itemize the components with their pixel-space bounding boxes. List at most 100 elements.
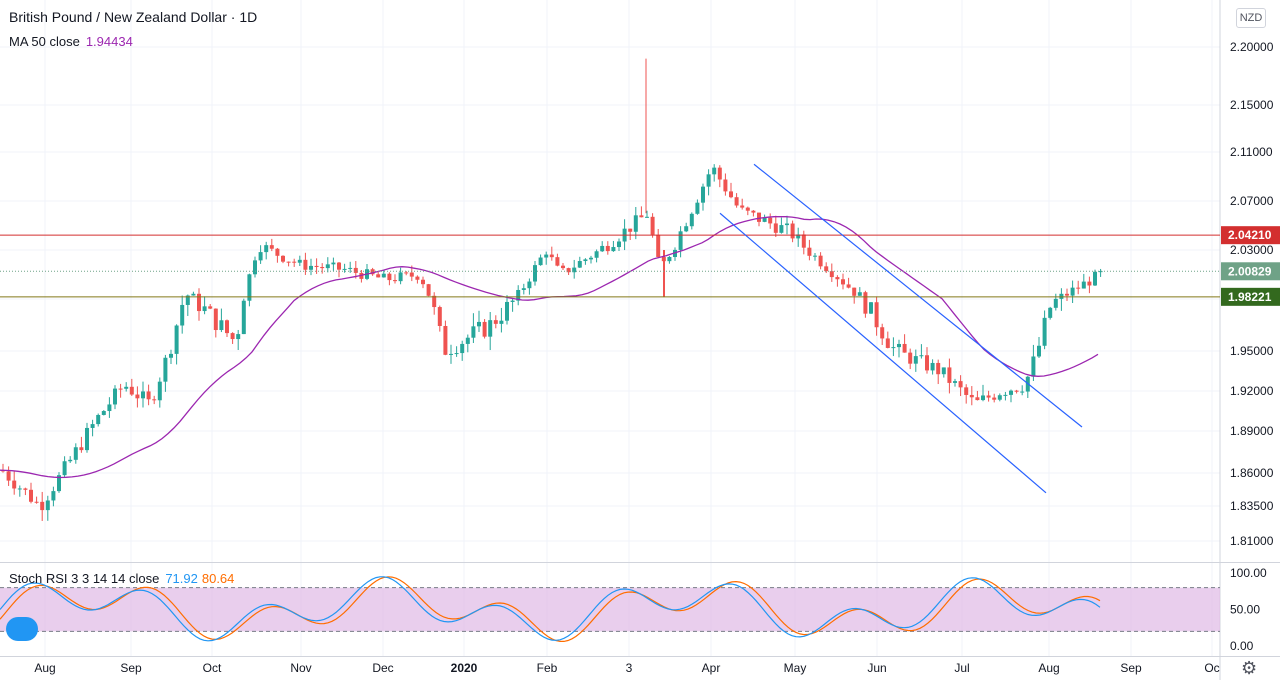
candle-up [264,245,269,253]
candle-down [801,234,806,248]
candle-up [589,257,593,260]
candle-down [292,261,297,263]
ma-legend: MA 50 close 1.94434 [9,34,133,49]
candle-down [757,212,761,222]
candle-up [1020,391,1025,393]
gear-icon[interactable]: ⚙ [1241,659,1257,677]
candle-up [919,355,924,357]
candle-up [51,491,56,501]
candle-down [421,279,425,285]
candle-down [404,272,409,274]
candle-down [230,333,235,340]
candle-up [219,320,224,331]
candle-up [113,388,117,405]
candle-down [1087,281,1092,286]
candle-up [1081,281,1086,289]
candle-down [717,167,722,180]
time-tick-label: Jun [867,661,886,675]
price-tick-label: 1.92000 [1230,384,1274,398]
candle-up [695,202,700,214]
candle-up [1042,317,1047,346]
currency-badge[interactable]: NZD [1236,8,1266,28]
candle-down [835,277,840,280]
candle-up [510,300,515,302]
candle-down [437,307,442,326]
candle-down [829,271,834,278]
candle-up [706,174,711,187]
candle-down [992,397,997,400]
candle-up [325,264,330,269]
candle-up [645,216,649,218]
candle-down [656,234,661,257]
candle-down [549,254,554,258]
candle-down [23,488,28,490]
candle-up [712,167,717,175]
candle-down [482,321,487,337]
channel-upper-line [753,163,1083,428]
candle-down [745,207,750,211]
tradingview-logo-icon[interactable] [6,617,38,641]
candle-up [398,272,403,282]
candle-up [1093,271,1097,286]
candle-up [107,404,112,412]
candle-down [269,245,274,249]
time-tick-label: Oct [203,661,222,675]
candle-down [1076,287,1081,289]
price-tick-label: 1.89000 [1230,424,1274,438]
candle-down [751,210,756,213]
candle-down [40,501,45,511]
candle-up [527,281,532,289]
candle-up [488,320,493,337]
candle-up [701,186,705,203]
candle-down [880,327,885,339]
candle-up [180,304,185,326]
candle-up [460,343,465,354]
candle-up [857,292,862,296]
candle-up [617,241,621,248]
candle-up [869,302,873,314]
candle-down [902,343,907,353]
candle-down [286,261,291,263]
candle-down [443,325,448,355]
candle-up [297,259,302,263]
candle-up [981,395,985,401]
candle-down [605,245,610,252]
candle-up [62,461,67,476]
candle-down [208,306,213,309]
candle-up [897,343,901,348]
price-tick-label: 2.15000 [1230,98,1274,112]
candle-down [841,279,845,285]
time-tick-label: Dec [372,661,393,675]
candle-down [118,388,123,390]
price-tick-label: 2.11000 [1230,145,1273,159]
candle-up [600,245,605,252]
candle-down [964,387,969,395]
stoch-tick-label: 100.00 [1230,566,1267,580]
candle-up [577,261,582,268]
ma-label: MA 50 close [9,34,80,49]
support-price-label: 1.98221 [1228,290,1272,304]
candle-down [409,272,414,277]
candle-up [505,301,509,321]
candle-down [1014,390,1019,392]
candle-up [533,265,537,282]
time-tick-label: 3 [626,661,633,675]
resistance-price-label: 2.04210 [1228,228,1272,242]
candle-up [381,273,386,278]
candle-up [253,260,257,275]
candle-up [163,357,168,382]
candle-up [689,213,694,227]
candle-down [852,287,857,296]
candle-up [1053,298,1058,308]
candle-up [1009,390,1013,395]
candle-up [997,395,1002,400]
ma-line [0,215,1099,479]
candle-down [723,179,728,192]
candle-up [96,414,101,425]
candle-down [773,223,778,233]
candle-up [1003,394,1008,396]
time-tick-label: Feb [537,661,558,675]
candle-down [734,197,739,206]
candle-down [432,295,437,308]
candle-down [729,191,733,198]
